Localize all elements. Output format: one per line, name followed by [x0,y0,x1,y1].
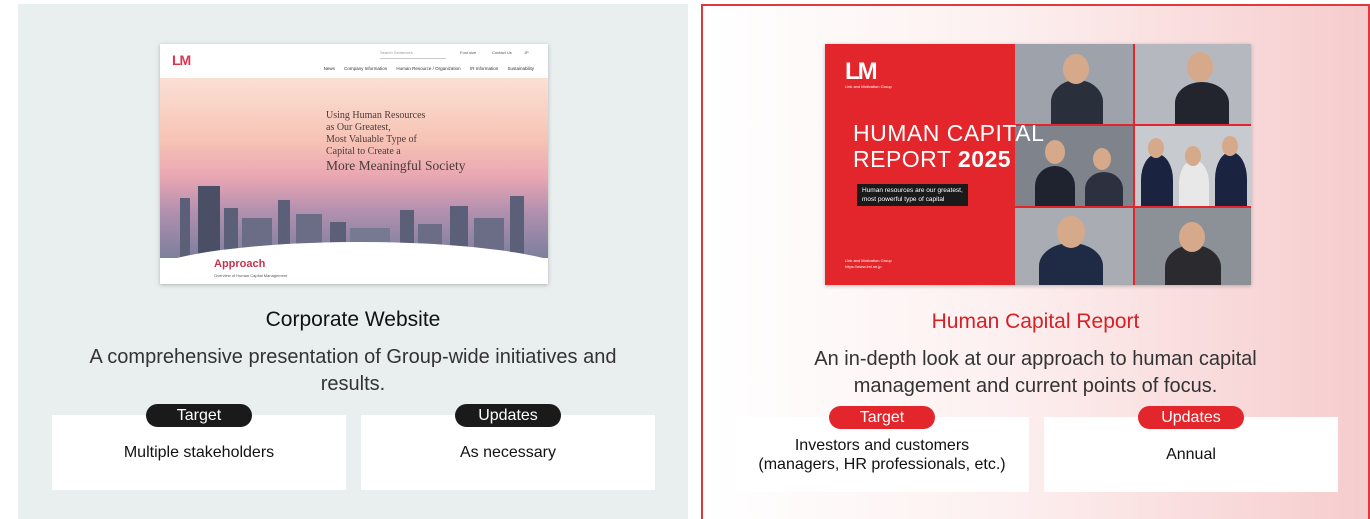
nav-item: IR Information [469,66,499,71]
card-description: A comprehensive presentation of Group-wi… [89,346,617,395]
card-title: Corporate Website [265,308,441,331]
hero-line: More Meaningful Society [326,158,466,173]
nav-item: Company Information [344,66,388,71]
language-link: JP [524,50,529,55]
updates-value: Annual [1166,446,1216,463]
website-hero-text: Using Human Resources as Our Greatest, M… [326,110,465,174]
target-value-line: (managers, HR professionals, etc.) [758,455,1006,473]
nav-item: News [323,66,335,71]
report-year: 2025 [957,146,1012,172]
hero-line: Using Human Resources [326,110,426,121]
updates-badge: Updates [1138,406,1244,429]
nav-item: Sustainability [507,66,534,71]
website-header: LM Search Sentences Font size Contact Us… [160,44,548,78]
photo [1135,44,1251,124]
report-photo-grid [1015,44,1251,285]
tagline-line: Human resources are our greatest, [862,187,963,194]
updates-value: As necessary [459,444,557,461]
report-logo: LM [845,58,878,85]
target-value-line: Investors and customers [794,436,970,454]
website-logo: LM [172,52,191,68]
footer-line: https://www.lmi.ne.jp [845,264,882,269]
website-section-subtitle: Overview of Human Capital Management [214,273,288,278]
hero-line: Capital to Create a [326,146,401,157]
hero-line: Most Valuable Type of [326,134,417,145]
photo [1015,208,1133,285]
tagline-line: most powerful type of capital [862,196,945,203]
target-badge: Target [829,406,935,429]
target-value: Multiple stakeholders [123,444,275,461]
human-capital-report-cover[interactable]: LM Link and Motivation Group HUMAN CAPIT… [825,44,1251,285]
hero-line: as Our Greatest, [326,122,391,133]
card-title: Human Capital Report [931,310,1140,333]
card-description: An in-depth look at our approach to huma… [814,348,1257,397]
report-cover-footer: Link and Motivation Group https://www.lm… [845,258,892,270]
font-size-link: Font size [460,50,477,55]
photo [1135,208,1251,285]
target-badge: Target [146,404,252,427]
photo [1015,44,1133,124]
report-cover-title: HUMAN CAPITAL REPORT 2025 [853,120,1044,172]
updates-badge: Updates [455,404,561,427]
photo [1135,126,1251,206]
report-title-line: REPORT [853,146,952,172]
corporate-website-card: LM Search Sentences Font size Contact Us… [18,4,688,519]
website-search-input: Search Sentences [380,50,446,59]
website-hero-image: Using Human Resources as Our Greatest, M… [160,78,548,258]
report-tagline: Human resources are our greatest, most p… [857,184,968,206]
corporate-website-thumbnail[interactable]: LM Search Sentences Font size Contact Us… [160,44,548,284]
report-title-line: HUMAN CAPITAL [853,120,1045,146]
contact-link: Contact Us [492,50,512,55]
human-capital-report-card: LM Link and Motivation Group HUMAN CAPIT… [701,4,1370,519]
website-section-title: Approach [214,258,266,270]
nav-item: Human Resource / Organization [396,66,461,71]
report-logo-subtitle: Link and Motivation Group [845,84,892,89]
website-nav: News Company Information Human Resource … [316,66,534,71]
